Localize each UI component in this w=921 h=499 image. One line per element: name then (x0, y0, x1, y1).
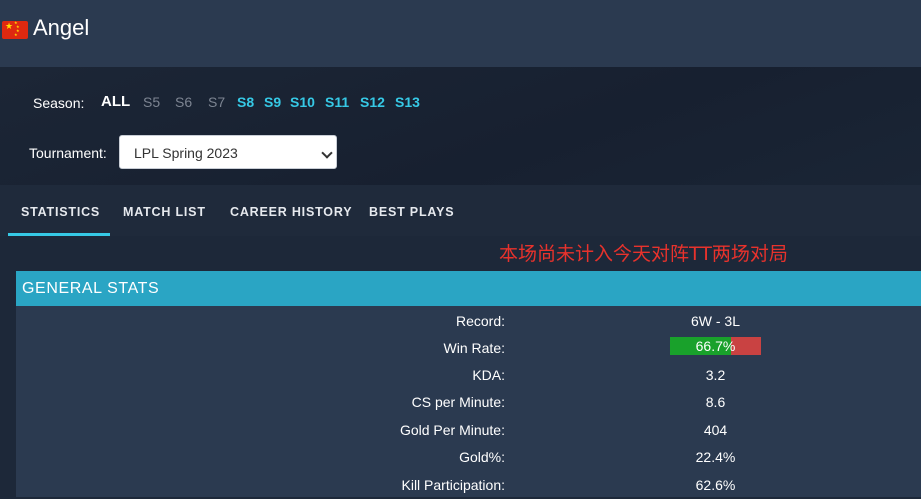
stat-row-gold-per-minute: Gold Per Minute: 404 (16, 417, 921, 444)
stat-row-record: Record: 6W - 3L (16, 308, 921, 335)
stat-label: Record: (455, 313, 505, 329)
season-label: Season: (33, 95, 85, 111)
tournament-selected-value: LPL Spring 2023 (134, 145, 238, 161)
stat-label: Gold%: (459, 449, 505, 465)
stat-value: 6W - 3L (690, 313, 740, 329)
panel-header: GENERAL STATS (16, 271, 921, 306)
season-all[interactable]: ALL (101, 93, 130, 110)
stat-label: Gold Per Minute: (399, 422, 505, 438)
tab-best-plays[interactable]: BEST PLAYS (369, 205, 454, 219)
annotation-text: 本场尚未计入今天对阵TT两场对局 (499, 243, 788, 265)
season-s6: S6 (175, 94, 193, 110)
stat-value: 62.6% (695, 477, 736, 493)
stat-row-cs-per-minute: CS per Minute: 8.6 (16, 389, 921, 416)
season-s13[interactable]: S13 (395, 94, 420, 110)
tournament-label: Tournament: (29, 145, 107, 161)
stat-row-gold-share: Gold%: 22.4% (16, 444, 921, 471)
season-s12[interactable]: S12 (360, 94, 385, 110)
panel-title: GENERAL STATS (22, 280, 160, 297)
stat-value: 404 (703, 422, 728, 438)
stat-row-kda: KDA: 3.2 (16, 362, 921, 389)
stat-label: CS per Minute: (411, 394, 505, 410)
chevron-down-icon (321, 147, 333, 159)
stat-label: KDA: (472, 367, 505, 383)
season-s7: S7 (208, 94, 226, 110)
player-header: ★ ★ ★ ★ ★ Angel (0, 0, 921, 67)
stat-value: 3.2 (705, 367, 726, 383)
tab-match-list[interactable]: MATCH LIST (123, 205, 206, 219)
tournament-select[interactable]: LPL Spring 2023 (119, 135, 337, 169)
tab-statistics[interactable]: STATISTICS (21, 205, 100, 219)
active-tab-indicator (8, 233, 110, 236)
stat-row-kill-participation: Kill Participation: 62.6% (16, 472, 921, 499)
stat-value: 8.6 (705, 394, 726, 410)
tab-career-history[interactable]: CAREER HISTORY (230, 205, 352, 219)
stat-label: Win Rate: (443, 340, 505, 356)
player-name: Angel (33, 15, 90, 40)
season-s9[interactable]: S9 (264, 94, 281, 110)
china-flag-icon: ★ ★ ★ ★ ★ (2, 21, 28, 39)
tab-bar: STATISTICS MATCH LIST CAREER HISTORY BES… (0, 185, 921, 236)
stat-value: 22.4% (695, 449, 736, 465)
season-s5: S5 (143, 94, 161, 110)
season-s11[interactable]: S11 (325, 94, 349, 110)
season-s8[interactable]: S8 (237, 94, 254, 110)
win-rate-bar: 66.7% (670, 337, 761, 355)
stat-label: Kill Participation: (401, 477, 506, 493)
filters-section: Season: ALL S5 S6 S7 S8 S9 S10 S11 S12 S… (0, 67, 921, 185)
stat-value: 66.7% (695, 338, 736, 354)
general-stats-panel: GENERAL STATS Record: 6W - 3L Win Rate: … (16, 271, 921, 497)
stat-row-win-rate: Win Rate: 66.7% (16, 335, 921, 362)
season-s10[interactable]: S10 (290, 94, 315, 110)
